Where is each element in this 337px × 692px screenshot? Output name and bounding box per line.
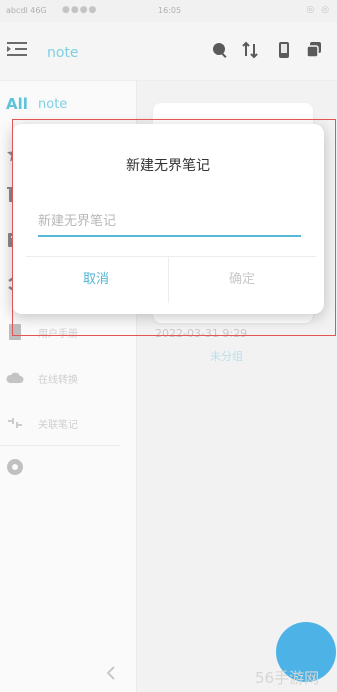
- sort-icon[interactable]: [241, 41, 259, 59]
- collapse-icon[interactable]: [102, 664, 120, 682]
- note-date: 2022-03-31 9:29: [155, 327, 248, 340]
- status-bar: abcdl 46G ●●●● 16:05 ◎ ◎: [0, 0, 337, 22]
- new-note-dialog: 新建无界笔记 取消 确定: [12, 124, 324, 314]
- notification-icons: ●●●●: [62, 5, 98, 15]
- sidebar-note-label[interactable]: note: [38, 97, 67, 112]
- menu-icon[interactable]: [6, 40, 28, 58]
- sidebar-all-label[interactable]: All: [6, 95, 28, 113]
- sidebar-item-settings[interactable]: [0, 454, 136, 480]
- sidebar-divider: [0, 445, 120, 446]
- dialog-button-divider: [168, 257, 169, 303]
- signal-text: abcdl 46G: [6, 6, 47, 15]
- cloud-icon: [6, 372, 24, 383]
- phone-icon[interactable]: [275, 41, 293, 59]
- sidebar-item-manual[interactable]: 用户手册: [0, 319, 136, 345]
- sidebar-item-label: 在线转换: [38, 375, 78, 386]
- cancel-button[interactable]: 取消: [31, 258, 161, 302]
- confirm-button[interactable]: 确定: [177, 258, 307, 302]
- watermark: 56手游网: [255, 669, 320, 687]
- book-icon: [9, 324, 21, 340]
- sidebar-item-label: 用户手册: [38, 329, 78, 340]
- sidebar-item-online[interactable]: 在线转换: [0, 365, 136, 391]
- status-time: 16:05: [158, 6, 182, 15]
- copy-icon[interactable]: [305, 41, 323, 59]
- top-app-bar: note: [0, 22, 337, 81]
- sidebar-item-label: 关联笔记: [38, 420, 78, 431]
- dialog-divider: [26, 256, 316, 257]
- settings-icon: [7, 459, 23, 475]
- search-icon[interactable]: [211, 41, 229, 59]
- dialog-title: 新建无界笔记: [126, 158, 210, 174]
- link-icon: [8, 418, 22, 428]
- note-name-input[interactable]: [38, 207, 301, 237]
- note-group-tag[interactable]: 未分组: [210, 348, 243, 364]
- status-right-icons: ◎ ◎: [306, 5, 331, 15]
- app-title: note: [47, 45, 79, 61]
- sidebar-item-related[interactable]: 关联笔记: [0, 410, 136, 436]
